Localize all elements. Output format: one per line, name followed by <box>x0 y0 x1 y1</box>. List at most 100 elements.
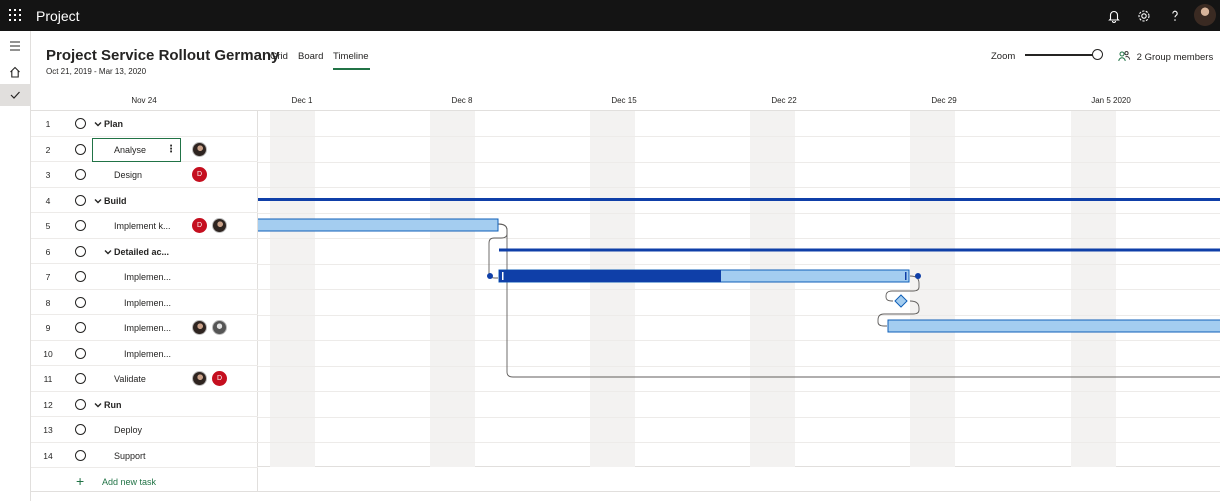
table-row[interactable]: 9 Implemen... <box>31 315 258 341</box>
complete-checkbox[interactable] <box>75 449 86 461</box>
avatar[interactable]: D <box>192 218 207 233</box>
table-row[interactable]: 10 Implemen... <box>31 341 258 366</box>
gear-icon[interactable] <box>1136 8 1152 24</box>
row-number: 7 <box>45 272 51 282</box>
task-grid: 1 Plan 2 Analyse ⋮ 3 Design D 4 Build 5 … <box>31 111 258 492</box>
task-name[interactable]: Implemen... <box>124 272 171 282</box>
table-row[interactable]: 11 Validate D <box>31 366 258 392</box>
complete-checkbox[interactable] <box>75 169 86 180</box>
row-number: 3 <box>45 170 51 180</box>
help-icon[interactable] <box>1167 8 1183 24</box>
avatar[interactable] <box>192 320 207 335</box>
table-row[interactable]: 14 Support <box>31 443 258 468</box>
tab-board[interactable]: Board <box>298 51 323 62</box>
avatar[interactable] <box>212 320 227 335</box>
task-name[interactable]: Design <box>114 170 142 180</box>
task-name[interactable]: Deploy <box>114 425 142 435</box>
app-launcher-icon[interactable] <box>9 9 21 21</box>
home-icon <box>10 66 20 78</box>
chevron-down-icon[interactable] <box>94 401 102 409</box>
more-options-icon[interactable]: ⋮ <box>166 144 176 155</box>
task-name[interactable]: Support <box>114 451 146 461</box>
hamburger-icon <box>10 41 20 51</box>
plus-icon[interactable]: + <box>76 473 84 489</box>
row-number: 8 <box>45 297 51 308</box>
timeline-chart <box>258 111 1220 467</box>
chevron-down-icon[interactable] <box>104 248 112 256</box>
table-row[interactable]: 4 Build <box>31 188 258 213</box>
tasks-button[interactable] <box>0 84 30 106</box>
task-name[interactable]: Validate <box>114 374 146 384</box>
table-row[interactable]: 13 Deploy <box>31 417 258 443</box>
chevron-down-icon[interactable] <box>94 197 102 205</box>
complete-checkbox[interactable] <box>75 347 86 359</box>
add-task-button[interactable]: Add new task <box>102 477 156 487</box>
people-icon <box>1118 51 1130 62</box>
resize-handle-left <box>502 272 504 280</box>
complete-checkbox[interactable] <box>75 245 86 257</box>
avatar[interactable] <box>192 371 207 386</box>
app-title[interactable]: Project <box>36 8 80 24</box>
project-dates: Oct 21, 2019 - Mar 13, 2020 <box>46 67 147 76</box>
avatar[interactable]: D <box>192 167 207 182</box>
task-name[interactable]: Implemen... <box>124 298 171 308</box>
table-row[interactable]: 6 Detailed ac... <box>31 239 258 264</box>
table-row[interactable]: 1 Plan <box>31 111 258 137</box>
row-number: 11 <box>43 374 53 384</box>
row-number: 12 <box>43 399 53 410</box>
chevron-down-icon[interactable] <box>94 120 102 128</box>
bell-icon[interactable] <box>1106 8 1122 24</box>
task-name[interactable]: Build <box>104 196 127 206</box>
group-members-button[interactable]: 2 Group members <box>1118 50 1213 63</box>
grid-bottom-border <box>31 491 1220 492</box>
axis-label: Dec 8 <box>451 96 473 105</box>
avatar[interactable] <box>192 141 207 157</box>
task-name[interactable]: Implemen... <box>124 349 171 359</box>
complete-checkbox[interactable] <box>75 398 86 410</box>
table-row[interactable]: 12 Run <box>31 392 258 417</box>
task-name[interactable]: Run <box>104 400 122 410</box>
timeline-date-axis: Nov 24 Dec 1 Dec 8 Dec 15 Dec 22 Dec 29 … <box>31 87 1220 111</box>
table-row[interactable]: 3 Design D <box>31 162 258 188</box>
zoom-slider-track[interactable] <box>1025 54 1099 56</box>
complete-checkbox[interactable] <box>75 296 86 308</box>
table-row[interactable]: 5 Implement k... D <box>31 213 258 239</box>
resize-handle-right <box>905 272 907 280</box>
user-avatar[interactable] <box>1194 4 1216 26</box>
complete-checkbox[interactable] <box>75 194 86 206</box>
complete-checkbox[interactable] <box>75 322 86 333</box>
left-rail <box>0 31 31 501</box>
page-title: Project Service Rollout Germany <box>46 47 280 64</box>
table-row[interactable]: 8 Implemen... <box>31 290 258 315</box>
menu-button[interactable] <box>0 35 30 57</box>
summary-bar-detailed <box>499 248 1220 252</box>
home-button[interactable] <box>0 61 30 83</box>
task-name[interactable]: Plan <box>104 119 123 129</box>
complete-checkbox[interactable] <box>75 220 86 231</box>
add-task-row[interactable]: + Add new task <box>31 468 258 494</box>
complete-checkbox[interactable] <box>75 424 86 435</box>
complete-checkbox[interactable] <box>75 118 86 129</box>
row-number: 10 <box>43 348 53 359</box>
row-number: 4 <box>45 195 51 206</box>
table-row[interactable]: 7 Implemen... <box>31 264 258 290</box>
complete-checkbox[interactable] <box>75 271 86 282</box>
task-name[interactable]: Analyse <box>114 145 146 155</box>
task-name[interactable]: Implement k... <box>114 221 171 231</box>
tab-timeline[interactable]: Timeline <box>333 51 369 62</box>
task-name[interactable]: Detailed ac... <box>114 247 169 257</box>
group-members-label: 2 Group members <box>1136 52 1214 63</box>
table-row[interactable]: 2 Analyse ⋮ <box>31 137 258 162</box>
avatar[interactable]: D <box>212 371 227 386</box>
avatar[interactable] <box>212 218 227 233</box>
row-number: 13 <box>43 425 53 435</box>
complete-checkbox[interactable] <box>75 143 86 155</box>
complete-checkbox[interactable] <box>75 373 86 384</box>
row-number: 2 <box>45 144 51 155</box>
task-name[interactable]: Implemen... <box>124 323 171 333</box>
axis-label: Jan 5 2020 <box>1091 96 1131 105</box>
tab-grid[interactable]: Grid <box>270 51 288 62</box>
active-tab-indicator <box>333 68 370 70</box>
row-number: 6 <box>45 246 51 257</box>
zoom-slider-thumb[interactable] <box>1092 49 1103 60</box>
